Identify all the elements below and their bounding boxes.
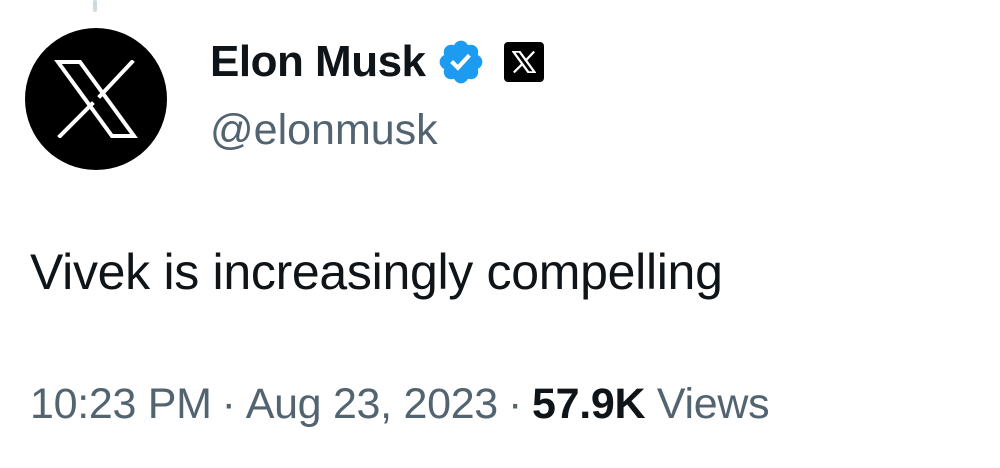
tweet-date[interactable]: Aug 23, 2023 — [246, 380, 499, 428]
meta-separator: · — [507, 380, 522, 428]
tweet-meta: 10:23 PM · Aug 23, 2023 · 57.9K Views — [30, 376, 770, 432]
display-name[interactable]: Elon Musk — [210, 34, 426, 90]
views-label[interactable]: Views — [657, 380, 770, 428]
thread-connector-line — [93, 0, 97, 12]
verified-badge-icon[interactable] — [436, 35, 490, 89]
x-logo-icon — [54, 60, 138, 138]
views-count[interactable]: 57.9K — [532, 380, 646, 428]
user-name-row: Elon Musk — [210, 34, 544, 90]
user-handle[interactable]: @elonmusk — [210, 104, 438, 156]
tweet-time[interactable]: 10:23 PM — [30, 380, 212, 428]
tweet-text: Vivek is increasingly compelling — [30, 244, 723, 300]
meta-separator: · — [221, 380, 236, 428]
avatar[interactable] — [25, 28, 167, 170]
x-affiliate-badge-icon[interactable] — [503, 42, 544, 82]
